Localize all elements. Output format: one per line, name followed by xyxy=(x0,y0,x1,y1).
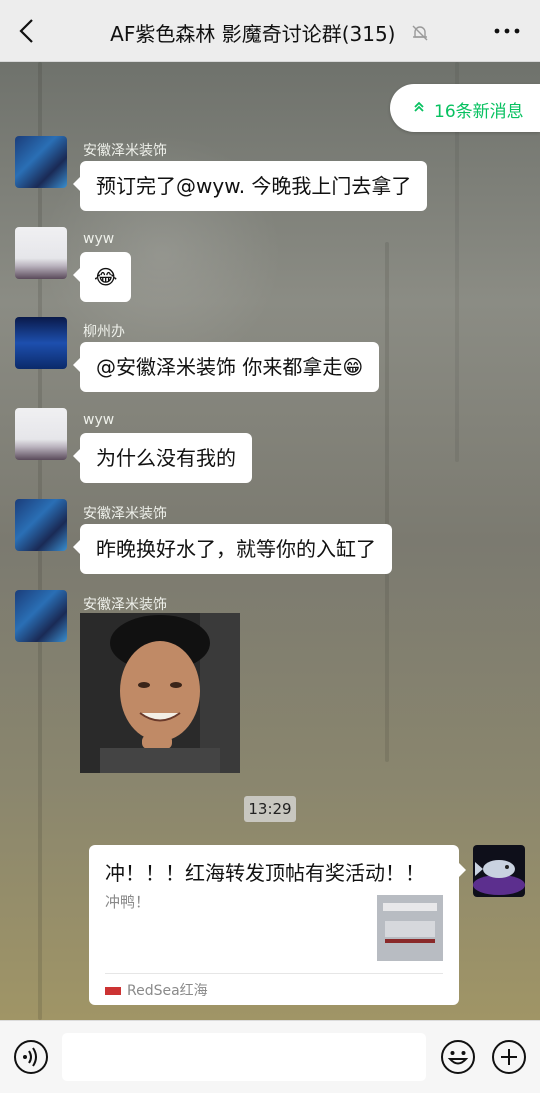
more-options-icon[interactable] xyxy=(492,22,522,40)
sender-name: 安徽泽米装饰 xyxy=(83,597,167,613)
sender-name: 安徽泽米装饰 xyxy=(83,143,167,159)
link-card-title: 冲！！！红海转发顶帖有奖活动！！ xyxy=(105,861,425,885)
chat-area[interactable]: 16条新消息 安徽泽米装饰 预订完了@wyw. 今晚我上门去拿了 wyw 😂 柳… xyxy=(0,62,540,1020)
input-bar xyxy=(0,1020,540,1093)
emoji-icon[interactable] xyxy=(440,1039,476,1075)
message-bubble[interactable]: 😂 xyxy=(72,252,132,302)
link-card[interactable]: 冲！！！红海转发顶帖有奖活动！！ 冲鸭！ RedSea红海 xyxy=(89,845,466,1005)
sender-name: wyw xyxy=(83,231,115,247)
message-bubble[interactable]: 预订完了@wyw. 今晚我上门去拿了 xyxy=(72,161,428,211)
link-card-thumbnail xyxy=(377,895,443,961)
avatar[interactable] xyxy=(15,408,67,460)
mute-bell-icon xyxy=(412,25,428,40)
message-bubble[interactable]: 昨晚换好水了，就等你的入缸了 xyxy=(73,524,392,574)
source-logo-icon xyxy=(105,987,121,995)
avatar[interactable] xyxy=(15,136,67,188)
sender-name: 安徽泽米装饰 xyxy=(83,506,167,522)
my-avatar[interactable] xyxy=(473,845,525,897)
avatar[interactable] xyxy=(15,227,67,279)
sender-name: 柳州办 xyxy=(83,324,125,340)
timestamp: 13:29 xyxy=(244,796,296,822)
add-more-icon[interactable] xyxy=(491,1039,527,1075)
double-chevron-up-icon xyxy=(414,101,424,112)
sender-name: wyw xyxy=(83,412,115,428)
avatar[interactable] xyxy=(15,590,67,642)
avatar[interactable] xyxy=(15,499,67,551)
new-messages-button[interactable]: 16条新消息 xyxy=(390,84,540,132)
link-card-description: 冲鸭！ xyxy=(105,893,151,911)
chat-title: AF紫色森林 影魔奇讨论群(315) xyxy=(110,22,396,46)
background-streak xyxy=(385,242,389,762)
photo-portrait xyxy=(80,613,240,773)
new-messages-label: 16条新消息 xyxy=(434,102,524,122)
voice-input-icon[interactable] xyxy=(13,1039,49,1075)
image-message[interactable] xyxy=(80,613,240,773)
top-bar: AF紫色森林 影魔奇讨论群(315) xyxy=(0,0,540,62)
message-bubble[interactable]: @安徽泽米装饰 你来都拿走😁 xyxy=(72,342,380,392)
message-input[interactable] xyxy=(62,1033,426,1081)
avatar[interactable] xyxy=(15,317,67,369)
chat-title-area: AF紫色森林 影魔奇讨论群(315) xyxy=(0,18,540,47)
link-card-source: RedSea红海 xyxy=(105,980,208,1000)
message-bubble[interactable]: 为什么没有我的 xyxy=(73,433,252,483)
divider xyxy=(105,973,443,974)
